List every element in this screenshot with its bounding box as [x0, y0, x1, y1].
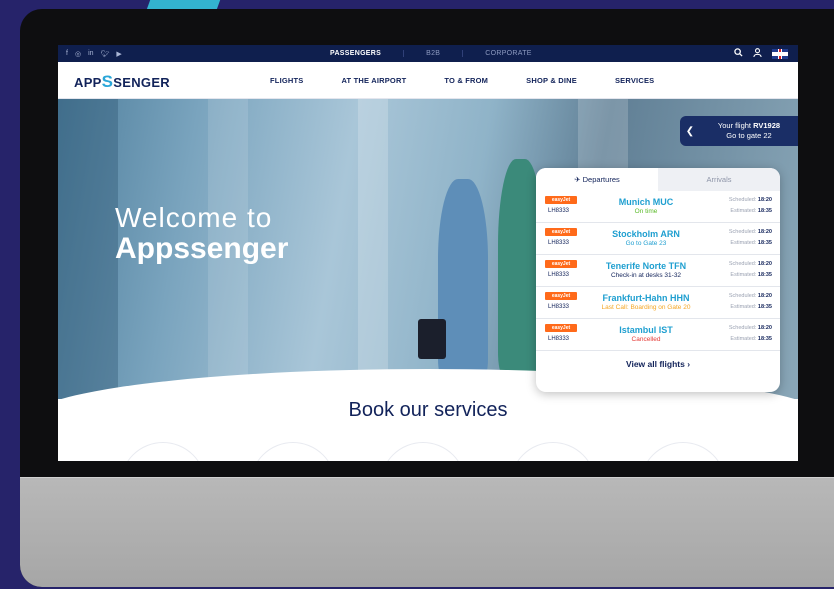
- website-screen: f ◎ in 🐦︎ ▶ PASSENGERS B2B CORPORATE APP…: [58, 45, 798, 461]
- logo-text-prefix: APP: [74, 75, 102, 90]
- flight-status: Check-in at desks 31-32: [610, 272, 682, 279]
- main-nav: APPSSENGER FLIGHTS AT THE AIRPORT TO & F…: [58, 62, 798, 99]
- nav-item-to-from[interactable]: TO & FROM: [444, 76, 488, 85]
- logo-s-mark: S: [101, 72, 114, 91]
- nav-item-at-the-airport[interactable]: AT THE AIRPORT: [341, 76, 406, 85]
- suitcase: [418, 319, 446, 359]
- flight-row[interactable]: easyJet LH8333 Istambul IST Cancelled Schedu…: [536, 319, 780, 351]
- tab-departures[interactable]: ✈ Departures: [536, 168, 658, 191]
- flight-row[interactable]: easyJet LH8333 Frankfurt-Hahn HHN Last Call…: [536, 287, 780, 319]
- youtube-icon[interactable]: ▶: [116, 50, 121, 58]
- audience-tabs: PASSENGERS B2B CORPORATE: [308, 45, 554, 62]
- nav-item-shop-dine[interactable]: SHOP & DINE: [526, 76, 577, 85]
- service-card[interactable]: [640, 442, 726, 461]
- your-flight-label: Your flight: [717, 121, 754, 130]
- monitor-stand: [20, 477, 834, 587]
- flight-code: LH8333: [548, 240, 570, 246]
- flight-number: RV1928: [753, 121, 781, 130]
- flight-destination: Stockholm ARN: [612, 229, 680, 239]
- scheduled-time: Scheduled: 18:20: [728, 261, 772, 267]
- top-bar: f ◎ in 🐦︎ ▶ PASSENGERS B2B CORPORATE: [58, 45, 798, 62]
- book-services-title: Book our services: [348, 399, 508, 421]
- estimated-time: Estimated: 18:35: [730, 304, 772, 310]
- your-flight-text: Your flight RV1928 Go to gate 22: [700, 121, 798, 141]
- airline-logo: easyJet: [545, 292, 577, 300]
- uk-flag-icon[interactable]: [772, 48, 788, 59]
- flight-destination: Istambul IST: [619, 325, 673, 335]
- facebook-icon[interactable]: f: [66, 50, 68, 58]
- flights-panel: ✈ Departures Arrivals easyJet LH8333 Munic…: [536, 168, 780, 392]
- device-mockup: f ◎ in 🐦︎ ▶ PASSENGERS B2B CORPORATE APP…: [0, 0, 834, 589]
- flights-list: easyJet LH8333 Munich MUC On time Scheduled:…: [536, 191, 780, 351]
- flight-row[interactable]: easyJet LH8333 Stockholm ARN Go to Gate 23 S…: [536, 223, 780, 255]
- flight-status: Cancelled: [631, 336, 661, 343]
- flight-destination: Tenerife Norte TFN: [605, 261, 687, 271]
- flight-status: On time: [634, 208, 658, 215]
- tab-passengers[interactable]: PASSENGERS: [308, 50, 403, 57]
- service-card[interactable]: [250, 442, 336, 461]
- scheduled-time: Scheduled: 18:20: [728, 293, 772, 299]
- user-icon[interactable]: [753, 48, 762, 59]
- instagram-icon[interactable]: ◎: [75, 50, 81, 58]
- tab-corporate[interactable]: CORPORATE: [462, 50, 554, 57]
- scheduled-time: Scheduled: 18:20: [728, 229, 772, 235]
- welcome-line1: Welcome to: [115, 202, 273, 233]
- logo-text-suffix: SENGER: [113, 75, 170, 90]
- airline-logo: easyJet: [545, 228, 577, 236]
- flight-destination: Frankfurt-Hahn HHN: [602, 293, 690, 303]
- nav-menu: FLIGHTS AT THE AIRPORT TO & FROM SHOP & …: [270, 62, 692, 99]
- flights-tabs: ✈ Departures Arrivals: [536, 168, 780, 191]
- tab-arrivals[interactable]: Arrivals: [658, 168, 780, 191]
- monitor-frame: f ◎ in 🐦︎ ▶ PASSENGERS B2B CORPORATE APP…: [20, 9, 834, 587]
- nav-item-services[interactable]: SERVICES: [615, 76, 654, 85]
- estimated-time: Estimated: 18:35: [730, 240, 772, 246]
- scheduled-time: Scheduled: 18:20: [728, 325, 772, 331]
- service-card[interactable]: [120, 442, 206, 461]
- social-links: f ◎ in 🐦︎ ▶: [66, 50, 122, 58]
- twitter-icon[interactable]: 🐦︎: [101, 50, 110, 58]
- airline-logo: easyJet: [545, 260, 577, 268]
- glass-pillar: [358, 99, 388, 399]
- flight-code: LH8333: [548, 304, 570, 310]
- flight-code: LH8333: [548, 336, 570, 342]
- your-flight-chip[interactable]: ❮ Your flight RV1928 Go to gate 22: [680, 116, 798, 146]
- airline-logo: easyJet: [545, 196, 577, 204]
- flight-code: LH8333: [548, 208, 570, 214]
- estimated-time: Estimated: 18:35: [730, 272, 772, 278]
- glass-pillar: [58, 99, 118, 399]
- flight-status: Last Call: Boarding on Gate 20: [601, 304, 691, 311]
- service-card[interactable]: [510, 442, 596, 461]
- welcome-line2: Appssenger: [115, 232, 289, 265]
- flight-status: Go to Gate 23: [625, 240, 667, 247]
- flight-code: LH8333: [548, 272, 570, 278]
- linkedin-icon[interactable]: in: [88, 50, 93, 58]
- logo[interactable]: APPSSENGER: [74, 72, 170, 92]
- scheduled-time: Scheduled: 18:20: [728, 197, 772, 203]
- welcome-heading: Welcome to Appssenger: [115, 202, 288, 266]
- airline-logo: easyJet: [545, 324, 577, 332]
- flight-row[interactable]: easyJet LH8333 Tenerife Norte TFN Check-in …: [536, 255, 780, 287]
- top-right-tools: [734, 45, 788, 62]
- chevron-left-icon: ❮: [685, 125, 695, 137]
- view-all-flights-link[interactable]: View all flights ›: [536, 359, 780, 369]
- service-card[interactable]: [380, 442, 466, 461]
- tab-b2b[interactable]: B2B: [403, 50, 462, 57]
- flight-row[interactable]: easyJet LH8333 Munich MUC On time Scheduled:…: [536, 191, 780, 223]
- nav-item-flights[interactable]: FLIGHTS: [270, 76, 303, 85]
- search-icon[interactable]: [734, 48, 743, 59]
- flight-destination: Munich MUC: [618, 197, 674, 207]
- estimated-time: Estimated: 18:35: [730, 336, 772, 342]
- gate-instruction: Go to gate 22: [726, 131, 772, 140]
- estimated-time: Estimated: 18:35: [730, 208, 772, 214]
